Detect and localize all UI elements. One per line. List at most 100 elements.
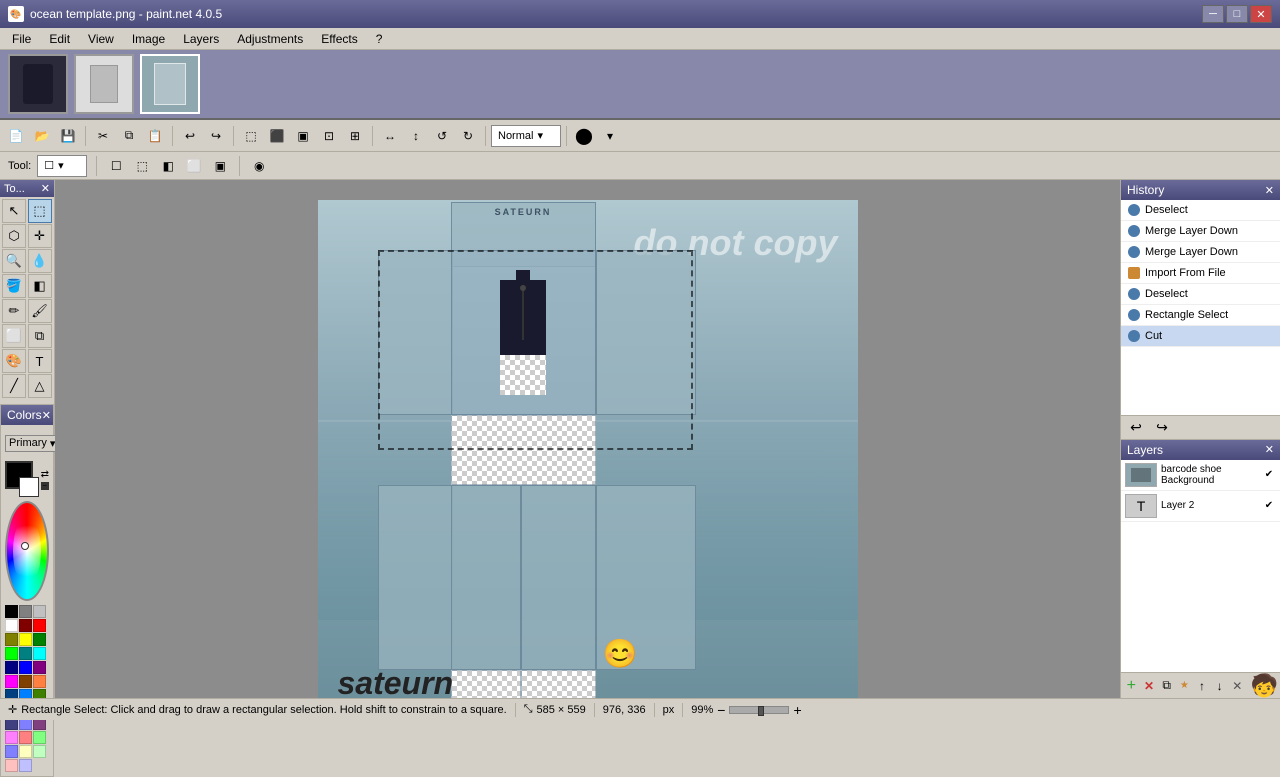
palette-swatch[interactable] — [33, 675, 46, 688]
menu-edit[interactable]: Edit — [41, 30, 78, 48]
tb-crop[interactable]: ⊡ — [317, 124, 341, 148]
palette-swatch[interactable] — [19, 647, 32, 660]
canvas-area[interactable]: do not copy SATEURN — [55, 180, 1120, 698]
ts-btn2[interactable]: ⬚ — [132, 156, 152, 176]
color-wheel[interactable] — [5, 501, 49, 601]
tb-rotate-right[interactable]: ↻ — [456, 124, 480, 148]
layers-move-up-btn[interactable]: ↑ — [1194, 676, 1211, 696]
palette-swatch[interactable] — [5, 745, 18, 758]
tb-deselect[interactable]: ⬛ — [265, 124, 289, 148]
tool-pencil[interactable]: ✏ — [2, 299, 26, 323]
palette-swatch[interactable] — [5, 731, 18, 744]
tool-shapes[interactable]: △ — [28, 374, 52, 398]
secondary-swatch[interactable] — [19, 477, 39, 497]
palette-swatch[interactable] — [5, 619, 18, 632]
history-item-2[interactable]: Merge Layer Down — [1121, 221, 1280, 242]
palette-swatch[interactable] — [5, 633, 18, 646]
tb-cut[interactable]: ✂ — [91, 124, 115, 148]
ts-btn3[interactable]: ◧ — [158, 156, 178, 176]
tb-paste[interactable]: 📋 — [143, 124, 167, 148]
menu-adjustments[interactable]: Adjustments — [229, 30, 311, 48]
layers-properties-btn[interactable]: ✕ — [1229, 676, 1246, 696]
history-redo-btn[interactable]: ↪ — [1151, 417, 1173, 437]
tb-flip-h[interactable]: ↔ — [378, 124, 402, 148]
tb-invert[interactable]: ▣ — [291, 124, 315, 148]
tb-new[interactable]: 📄 — [4, 124, 28, 148]
tool-recolor[interactable]: 🎨 — [2, 349, 26, 373]
tool-text[interactable]: T — [28, 349, 52, 373]
palette-swatch[interactable] — [33, 731, 46, 744]
palette-swatch[interactable] — [33, 661, 46, 674]
history-item-1[interactable]: Deselect — [1121, 200, 1280, 221]
tool-clone[interactable]: ⧉ — [28, 324, 52, 348]
zoom-in-btn[interactable]: + — [793, 702, 801, 718]
primary-color-select[interactable]: Primary ▾ — [5, 435, 59, 452]
tb-rotate-left[interactable]: ↺ — [430, 124, 454, 148]
layers-merge-btn[interactable]: ★ — [1176, 676, 1193, 696]
zoom-slider[interactable] — [729, 706, 789, 714]
ts-btn5[interactable]: ▣ — [210, 156, 230, 176]
thumbnail-2[interactable] — [74, 54, 134, 114]
tb-undo[interactable]: ↩ — [178, 124, 202, 148]
menu-help[interactable]: ? — [368, 30, 391, 48]
tb-redo[interactable]: ↪ — [204, 124, 228, 148]
menu-layers[interactable]: Layers — [175, 30, 227, 48]
menu-effects[interactable]: Effects — [313, 30, 365, 48]
palette-swatch[interactable] — [19, 605, 32, 618]
palette-swatch[interactable] — [19, 759, 32, 772]
palette-swatch[interactable] — [5, 759, 18, 772]
tb-copy[interactable]: ⧉ — [117, 124, 141, 148]
history-undo-btn[interactable]: ↩ — [1125, 417, 1147, 437]
zoom-out-btn[interactable]: − — [717, 702, 725, 718]
tool-select-rect[interactable]: ⬚ — [28, 199, 52, 223]
palette-swatch[interactable] — [19, 661, 32, 674]
tb-color-arrow[interactable]: ▾ — [598, 124, 622, 148]
palette-swatch[interactable] — [33, 605, 46, 618]
layers-add-btn[interactable]: + — [1123, 676, 1140, 696]
ts-btn1[interactable]: ☐ — [106, 156, 126, 176]
ts-btn4[interactable]: ⬜ — [184, 156, 204, 176]
layer-item-1[interactable]: barcode shoe Background✔ — [1121, 460, 1280, 491]
maximize-button[interactable]: □ — [1226, 5, 1248, 23]
blend-mode-dropdown[interactable]: Normal ▾ — [491, 125, 561, 147]
palette-swatch[interactable] — [33, 745, 46, 758]
menu-file[interactable]: File — [4, 30, 39, 48]
thumbnail-1[interactable] — [8, 54, 68, 114]
history-item-7[interactable]: Cut — [1121, 326, 1280, 347]
layer-visibility-2[interactable]: ✔ — [1262, 499, 1276, 513]
palette-swatch[interactable] — [5, 605, 18, 618]
palette-swatch[interactable] — [33, 647, 46, 660]
layers-close-btn[interactable]: ✕ — [1265, 443, 1274, 456]
tool-type-dropdown[interactable]: ☐ ▾ — [37, 155, 87, 177]
palette-swatch[interactable] — [5, 647, 18, 660]
tb-open[interactable]: 📂 — [30, 124, 54, 148]
colors-close-btn[interactable]: ✕ — [42, 409, 51, 422]
tool-eraser[interactable]: ⬜ — [2, 324, 26, 348]
thumbnail-3[interactable] — [140, 54, 200, 114]
layers-move-down-btn[interactable]: ↓ — [1211, 676, 1228, 696]
history-item-5[interactable]: Deselect — [1121, 284, 1280, 305]
history-close-btn[interactable]: ✕ — [1265, 184, 1274, 197]
layer-item-2[interactable]: TLayer 2✔ — [1121, 491, 1280, 522]
palette-swatch[interactable] — [33, 633, 46, 646]
tool-gradient[interactable]: ◧ — [28, 274, 52, 298]
layers-delete-btn[interactable]: ✕ — [1141, 676, 1158, 696]
menu-image[interactable]: Image — [124, 30, 173, 48]
tool-arrow[interactable]: ↖ — [2, 199, 26, 223]
tool-select-lasso[interactable]: ⬡ — [2, 224, 26, 248]
layers-copy-btn[interactable]: ⧉ — [1158, 676, 1175, 696]
palette-swatch[interactable] — [19, 745, 32, 758]
palette-swatch[interactable] — [33, 619, 46, 632]
close-button[interactable]: ✕ — [1250, 5, 1272, 23]
layer-visibility-1[interactable]: ✔ — [1262, 468, 1276, 482]
tb-color-btn[interactable]: ⬤ — [572, 124, 596, 148]
palette-swatch[interactable] — [5, 661, 18, 674]
menu-view[interactable]: View — [80, 30, 122, 48]
tool-paintbucket[interactable]: 🪣 — [2, 274, 26, 298]
tool-line[interactable]: ╱ — [2, 374, 26, 398]
toolbox-close[interactable]: ✕ — [41, 182, 50, 195]
tb-flip-v[interactable]: ↕ — [404, 124, 428, 148]
tool-zoom[interactable]: 🔍 — [2, 249, 26, 273]
tb-select-all[interactable]: ⬚ — [239, 124, 263, 148]
tb-save[interactable]: 💾 — [56, 124, 80, 148]
